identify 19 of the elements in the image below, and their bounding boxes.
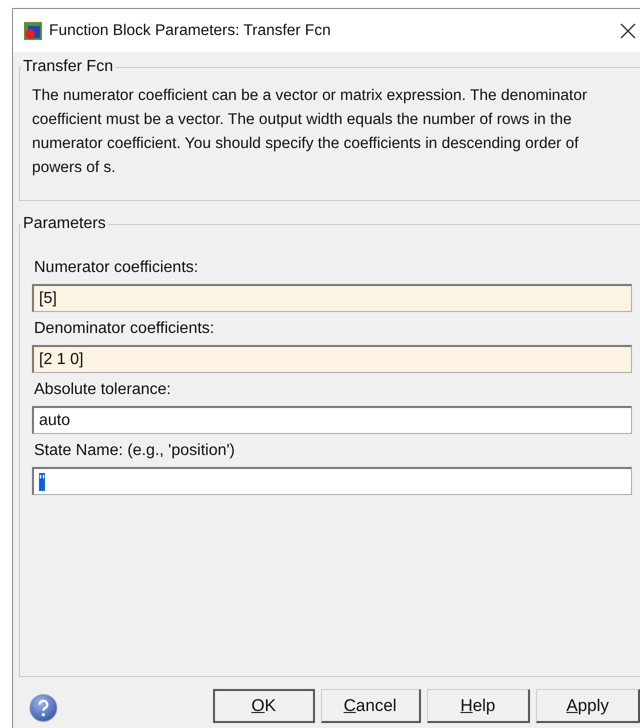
group-legend: Parameters	[21, 215, 108, 233]
dialog-button[interactable]: OK	[212, 689, 315, 723]
field-label: Absolute tolerance:	[34, 381, 172, 399]
dialog-button[interactable]: Cancel	[320, 689, 421, 723]
block-diagram-icon	[23, 20, 43, 40]
dialog-button[interactable]: Apply	[536, 689, 640, 723]
input-field[interactable]: auto	[32, 406, 632, 434]
field-label: State Name: (e.g., 'position')	[34, 442, 236, 460]
description-text: The numerator coefficient can be a vector or matrix expression. The denominator coefficient must be a vector. The output width equals the number of rows in the numerator coefficient. You should specify the coefficients in descending order of powers of s.	[32, 86, 588, 178]
field-label: Denominator coefficients:	[34, 320, 216, 338]
close-button[interactable]	[620, 22, 636, 38]
field-label: Numerator coefficients:	[34, 259, 200, 277]
group-legend: Transfer Fcn	[21, 58, 116, 76]
input-field[interactable]: [2 1 0]	[32, 345, 632, 373]
help-icon[interactable]	[29, 693, 58, 723]
dialog-button[interactable]: Help	[426, 689, 530, 723]
input-field[interactable]: ''	[32, 467, 632, 495]
window-title: Function Block Parameters: Transfer Fcn	[49, 22, 332, 40]
input-field[interactable]: [5]	[32, 284, 632, 312]
